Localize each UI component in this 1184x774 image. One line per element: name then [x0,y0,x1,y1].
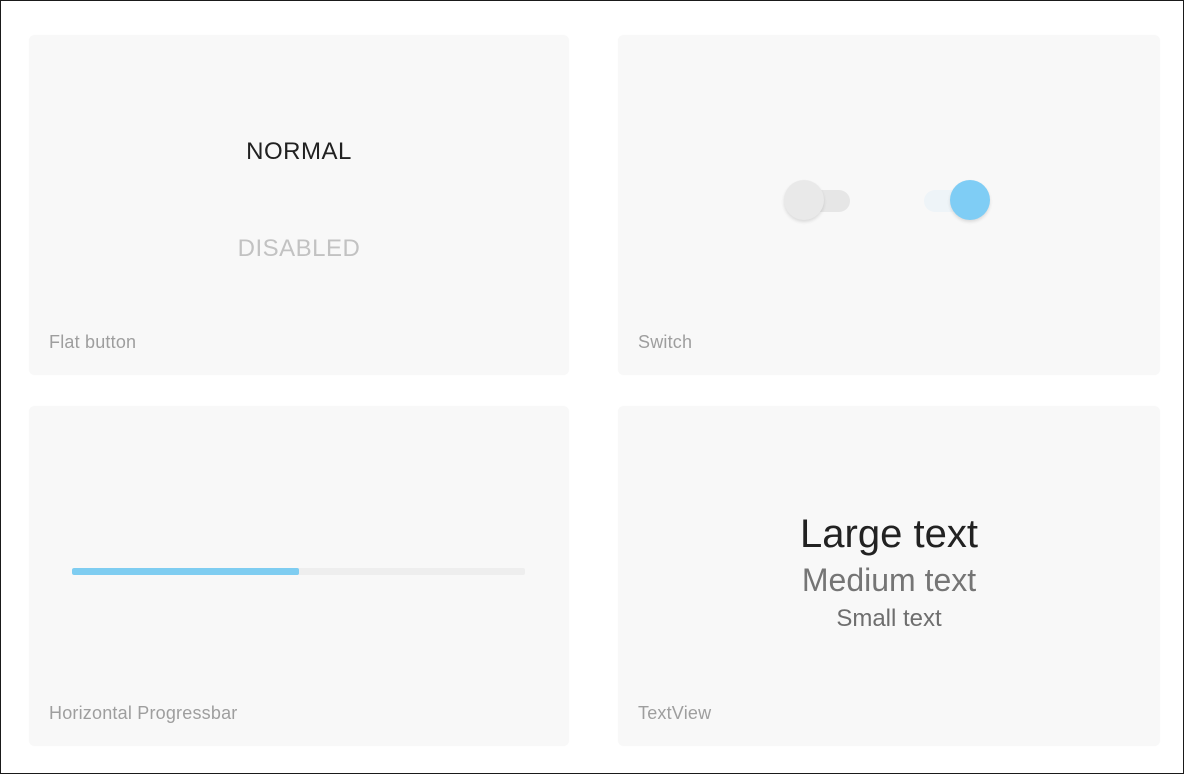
switch-card: Switch [618,35,1160,375]
medium-text: Medium text [801,562,977,598]
progressbar-fill [72,568,299,575]
progress-card: Horizontal Progressbar [29,406,569,746]
switch-on-toggle[interactable] [920,177,992,225]
switch-off-toggle[interactable] [784,177,856,225]
switch-caption: Switch [638,332,693,352]
textview-card: Large text Medium text Small text TextVi… [618,406,1160,746]
switch-off-thumb [784,180,824,220]
disabled-button: DISABLED [29,235,569,263]
small-text: Small text [836,605,942,632]
flat-button-caption: Flat button [49,332,137,352]
switch-on-thumb [950,180,990,220]
textview-caption: TextView [638,703,712,723]
large-text: Large text [800,512,978,556]
horizontal-progressbar [72,568,525,575]
normal-button[interactable]: NORMAL [29,138,569,166]
app-frame: NORMAL DISABLED Flat button Switch Horiz… [0,0,1184,774]
flat-button-card: NORMAL DISABLED Flat button [29,35,569,375]
progress-caption: Horizontal Progressbar [49,703,238,723]
